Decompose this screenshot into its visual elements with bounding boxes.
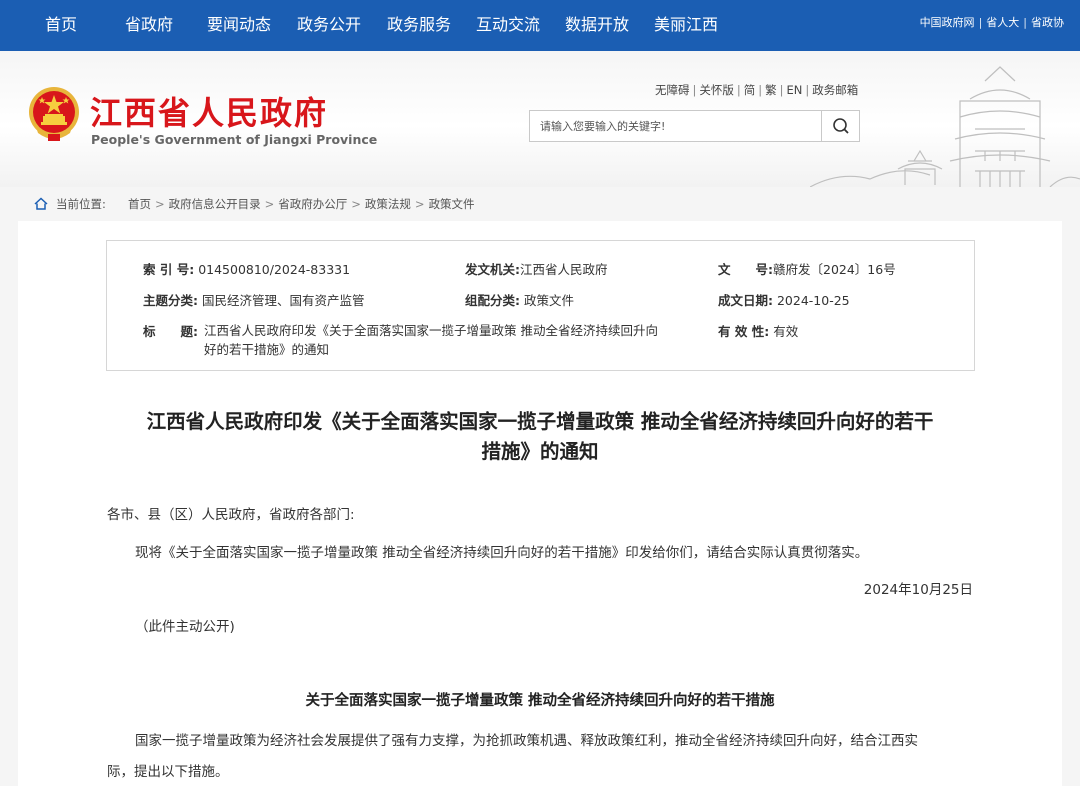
- meta-category: 主题分类: 国民经济管理、国有资产监管: [143, 290, 365, 309]
- side-band-right: [1062, 221, 1080, 786]
- breadcrumb-item-policies-regulations[interactable]: 政策法规: [365, 197, 411, 211]
- site-subtitle: People's Government of Jiangxi Province: [91, 132, 378, 147]
- breadcrumb-separator: >: [264, 197, 275, 211]
- side-band-left: [0, 221, 18, 786]
- breadcrumb-separator: >: [414, 197, 425, 211]
- pagoda-landmark-illustration: [810, 66, 1080, 187]
- document-meta-box: 索 引 号: 014500810/2024-83331 发文机关:江西省人民政府…: [106, 240, 975, 371]
- link-care-mode[interactable]: 关怀版: [699, 83, 734, 97]
- link-traditional-chinese[interactable]: 繁: [765, 83, 777, 97]
- breadcrumb-path: 首页 > 政府信息公开目录 > 省政府办公厅 > 政策法规 > 政策文件: [128, 196, 475, 212]
- link-accessibility[interactable]: 无障碍: [655, 83, 690, 97]
- divider: |: [779, 83, 784, 97]
- external-links: 中国政府网 | 省人大 | 省政协: [920, 0, 1064, 51]
- article-title: 江西省人民政府印发《关于全面落实国家一揽子增量政策 推动全省经济持续回升向好的若…: [100, 407, 980, 467]
- section-title: 关于全面落实国家一揽子增量政策 推动全省经济持续回升向好的若干措施: [305, 693, 775, 709]
- meta-docno-label: 文 号:: [718, 262, 773, 277]
- article-title-line-2: 措施》的通知: [481, 440, 599, 463]
- meta-index-label: 索 引 号:: [143, 262, 195, 277]
- national-emblem-icon[interactable]: [26, 85, 82, 145]
- meta-type: 组配分类: 政策文件: [465, 290, 574, 309]
- meta-title-label: 标 题:: [143, 324, 198, 339]
- nav-item-open-data[interactable]: 数据开放: [565, 0, 629, 51]
- breadcrumb: 当前位置: 首页 > 政府信息公开目录 > 省政府办公厅 > 政策法规 > 政策文件: [0, 187, 1080, 221]
- divider: |: [736, 83, 741, 97]
- divider: |: [805, 83, 810, 97]
- meta-validity: 有 效 性: 有效: [718, 321, 798, 340]
- link-simplified-chinese[interactable]: 简: [744, 83, 756, 97]
- breadcrumb-item-home[interactable]: 首页: [128, 197, 151, 211]
- site-title[interactable]: 江西省人民政府: [90, 88, 328, 134]
- divider: |: [978, 16, 983, 29]
- link-english[interactable]: EN: [787, 83, 803, 97]
- intro-paragraph-line-2: 际，提出以下措施。: [107, 764, 229, 780]
- link-provincial-cppcc[interactable]: 省政协: [1031, 16, 1064, 29]
- meta-validity-value: 有效: [773, 324, 799, 339]
- breadcrumb-item-disclosure-catalog[interactable]: 政府信息公开目录: [169, 197, 261, 211]
- nav-item-gov-services[interactable]: 政务服务: [387, 0, 451, 51]
- link-china-gov[interactable]: 中国政府网: [920, 16, 975, 29]
- meta-category-value: 国民经济管理、国有资产监管: [201, 293, 365, 308]
- divider: |: [758, 83, 763, 97]
- meta-category-label: 主题分类:: [143, 293, 198, 308]
- meta-title-value: 江西省人民政府印发《关于全面落实国家一揽子增量政策 推动全省经济持续回升向 好的若…: [204, 321, 658, 359]
- breadcrumb-label: 当前位置:: [56, 197, 106, 211]
- article-title-line-1: 江西省人民政府印发《关于全面落实国家一揽子增量政策 推动全省经济持续回升向好的若…: [146, 410, 934, 433]
- link-provincial-congress[interactable]: 省人大: [986, 16, 1019, 29]
- meta-issuer-label: 发文机关:: [465, 262, 520, 277]
- nav-item-beautiful-jiangxi[interactable]: 美丽江西: [654, 0, 718, 51]
- breadcrumb-item-general-office[interactable]: 省政府办公厅: [278, 197, 347, 211]
- meta-validity-label: 有 效 性:: [718, 324, 770, 339]
- meta-date-label: 成文日期:: [718, 293, 773, 308]
- article-date: 2024年10月25日: [863, 582, 973, 598]
- meta-docno-value: 赣府发〔2024〕16号: [773, 262, 896, 277]
- home-icon: [34, 197, 48, 210]
- article-salutation: 各市、县（区）人民政府，省政府各部门:: [107, 507, 355, 523]
- meta-index-value: 014500810/2024-83331: [198, 262, 351, 277]
- breadcrumb-separator: >: [155, 197, 165, 211]
- meta-title-line-1: 江西省人民政府印发《关于全面落实国家一揽子增量政策 推动全省经济持续回升向: [204, 323, 658, 338]
- nav-item-news[interactable]: 要闻动态: [207, 0, 271, 51]
- site-header: 江西省人民政府 People's Government of Jiangxi P…: [0, 51, 1080, 187]
- meta-issuer: 发文机关:江西省人民政府: [465, 259, 608, 278]
- meta-issuer-value: 江西省人民政府: [520, 262, 608, 277]
- article-body-paragraph: 现将《关于全面落实国家一揽子增量政策 推动全省经济持续回升向好的若干措施》印发给…: [135, 545, 869, 561]
- nav-item-provincial-government[interactable]: 省政府: [125, 0, 173, 51]
- meta-docno: 文 号:赣府发〔2024〕16号: [718, 259, 896, 278]
- nav-item-home[interactable]: 首页: [45, 0, 77, 51]
- intro-paragraph-line-1: 国家一揽子增量政策为经济社会发展提供了强有力支撑，为抢抓政策机遇、释放政策红利，…: [135, 733, 918, 749]
- meta-index: 索 引 号: 014500810/2024-83331: [143, 259, 350, 278]
- nav-item-gov-affairs-disclosure[interactable]: 政务公开: [297, 0, 361, 51]
- breadcrumb-item-policy-documents[interactable]: 政策文件: [429, 197, 475, 211]
- meta-type-label: 组配分类:: [465, 293, 520, 308]
- nav-item-interaction[interactable]: 互动交流: [476, 0, 540, 51]
- meta-date: 成文日期: 2024-10-25: [718, 290, 850, 309]
- meta-title-line-2: 好的若干措施》的通知: [204, 342, 330, 357]
- article-disclosure-note: （此件主动公开): [135, 619, 235, 635]
- search-input[interactable]: [530, 111, 822, 141]
- breadcrumb-separator: >: [351, 197, 361, 211]
- top-nav-bar: 首页 省政府 要闻动态 政务公开 政务服务 互动交流 数据开放 美丽江西 中国政…: [0, 0, 1080, 51]
- divider: |: [1023, 16, 1027, 29]
- divider: |: [692, 83, 697, 97]
- meta-date-value: 2024-10-25: [776, 293, 850, 308]
- meta-type-value: 政策文件: [523, 293, 574, 308]
